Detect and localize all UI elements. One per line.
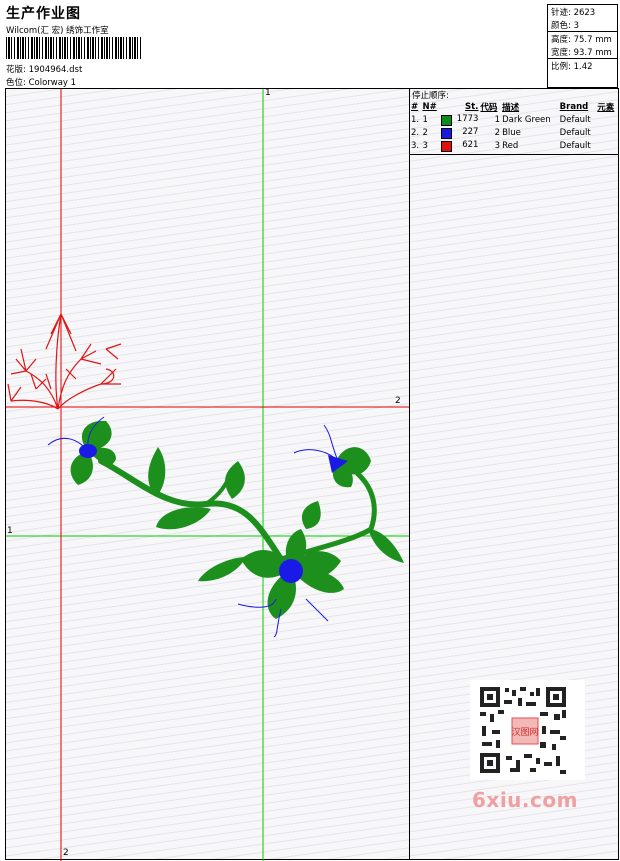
stat-height: 高度: 75.7 mm: [551, 35, 612, 45]
col-brand: Brand: [559, 102, 589, 112]
embroidery-preview: [6, 89, 411, 861]
table-row: 1. 1 1773 1 Dark Green Default: [410, 113, 618, 126]
row-element: [596, 139, 618, 152]
row-needle: 2: [422, 127, 428, 138]
row-description: Blue: [502, 127, 521, 138]
page-title: 生产作业图: [6, 6, 81, 22]
guide-label-horizontal-right: 2: [395, 396, 401, 406]
row-stitches: 227: [440, 126, 479, 139]
col-number: #: [411, 102, 419, 112]
table-divider: [410, 154, 618, 155]
col-stitches: St.: [465, 102, 479, 112]
colorway-label: 色位:: [6, 78, 26, 88]
col-code: 代码: [480, 103, 498, 113]
color-swatch: [441, 140, 452, 152]
row-code: 2: [494, 127, 501, 138]
stats-box: 针迹: 2623 颜色: 3 高度: 75.7 mm 宽度: 93.7 mm 比…: [547, 4, 618, 88]
colorway-row: 色位: Colorway 1: [6, 76, 76, 88]
red-flower-group: [7, 313, 122, 410]
row-description: Dark Green: [502, 114, 551, 125]
watermark-text: 6xiu.com: [472, 788, 578, 812]
row-brand: Default: [559, 127, 591, 138]
qr-code-watermark: 汉图网: [470, 680, 585, 780]
guide-label-horizontal-left: 1: [7, 526, 13, 536]
stat-colors: 颜色: 3: [551, 21, 579, 31]
row-code: 3: [494, 140, 501, 151]
row-description: Red: [502, 140, 519, 151]
colorway-value: Colorway 1: [28, 78, 77, 88]
color-swatch: [441, 114, 452, 126]
guide-label-vertical-top: 1: [265, 88, 271, 98]
row-number: 3.: [411, 140, 420, 151]
leaf-group: [70, 420, 404, 619]
stat-width: 宽度: 93.7 mm: [551, 48, 612, 58]
row-number: 1.: [411, 114, 420, 125]
row-brand: Default: [559, 114, 591, 125]
col-element: 元素: [597, 103, 615, 113]
design-canvas: [5, 88, 411, 861]
studio-name: Wilcom(汇 宏) 绣饰工作室: [6, 26, 109, 36]
row-stitches: 1773: [440, 113, 479, 126]
stat-stitches: 针迹: 2623: [551, 8, 596, 18]
stat-scale: 比例: 1.42: [551, 62, 593, 72]
table-row: 2. 2 227 2 Blue Default: [410, 126, 618, 139]
stop-sequence-title: 停止顺序:: [412, 91, 449, 101]
row-brand: Default: [559, 140, 591, 151]
design-label: 花版:: [6, 65, 26, 75]
color-swatch: [441, 127, 452, 139]
design-file: 1904964.dst: [28, 65, 83, 75]
qr-code-icon: 汉图网: [478, 685, 568, 775]
blue-detail-group: [47, 416, 348, 638]
row-stitches: 621: [440, 139, 479, 152]
stop-sequence-table: # N# St. 代码 描述 Brand 元素 1. 1 1773 1 Dark Gre…: [410, 101, 618, 152]
col-needle: N#: [422, 102, 437, 112]
row-number: 2.: [411, 127, 420, 138]
row-needle: 3: [422, 140, 428, 151]
row-needle: 1: [422, 114, 428, 125]
row-element: [596, 113, 618, 126]
col-description: 描述: [502, 103, 520, 113]
row-code: 1: [494, 114, 501, 125]
design-row: 花版: 1904964.dst: [6, 63, 82, 75]
barcode: [6, 37, 142, 59]
row-element: [596, 126, 618, 139]
seal-text: 汉图网: [511, 727, 538, 738]
table-header-row: # N# St. 代码 描述 Brand 元素: [410, 101, 618, 113]
table-row: 3. 3 621 3 Red Default: [410, 139, 618, 152]
guide-label-vertical-bottom: 2: [63, 848, 69, 858]
